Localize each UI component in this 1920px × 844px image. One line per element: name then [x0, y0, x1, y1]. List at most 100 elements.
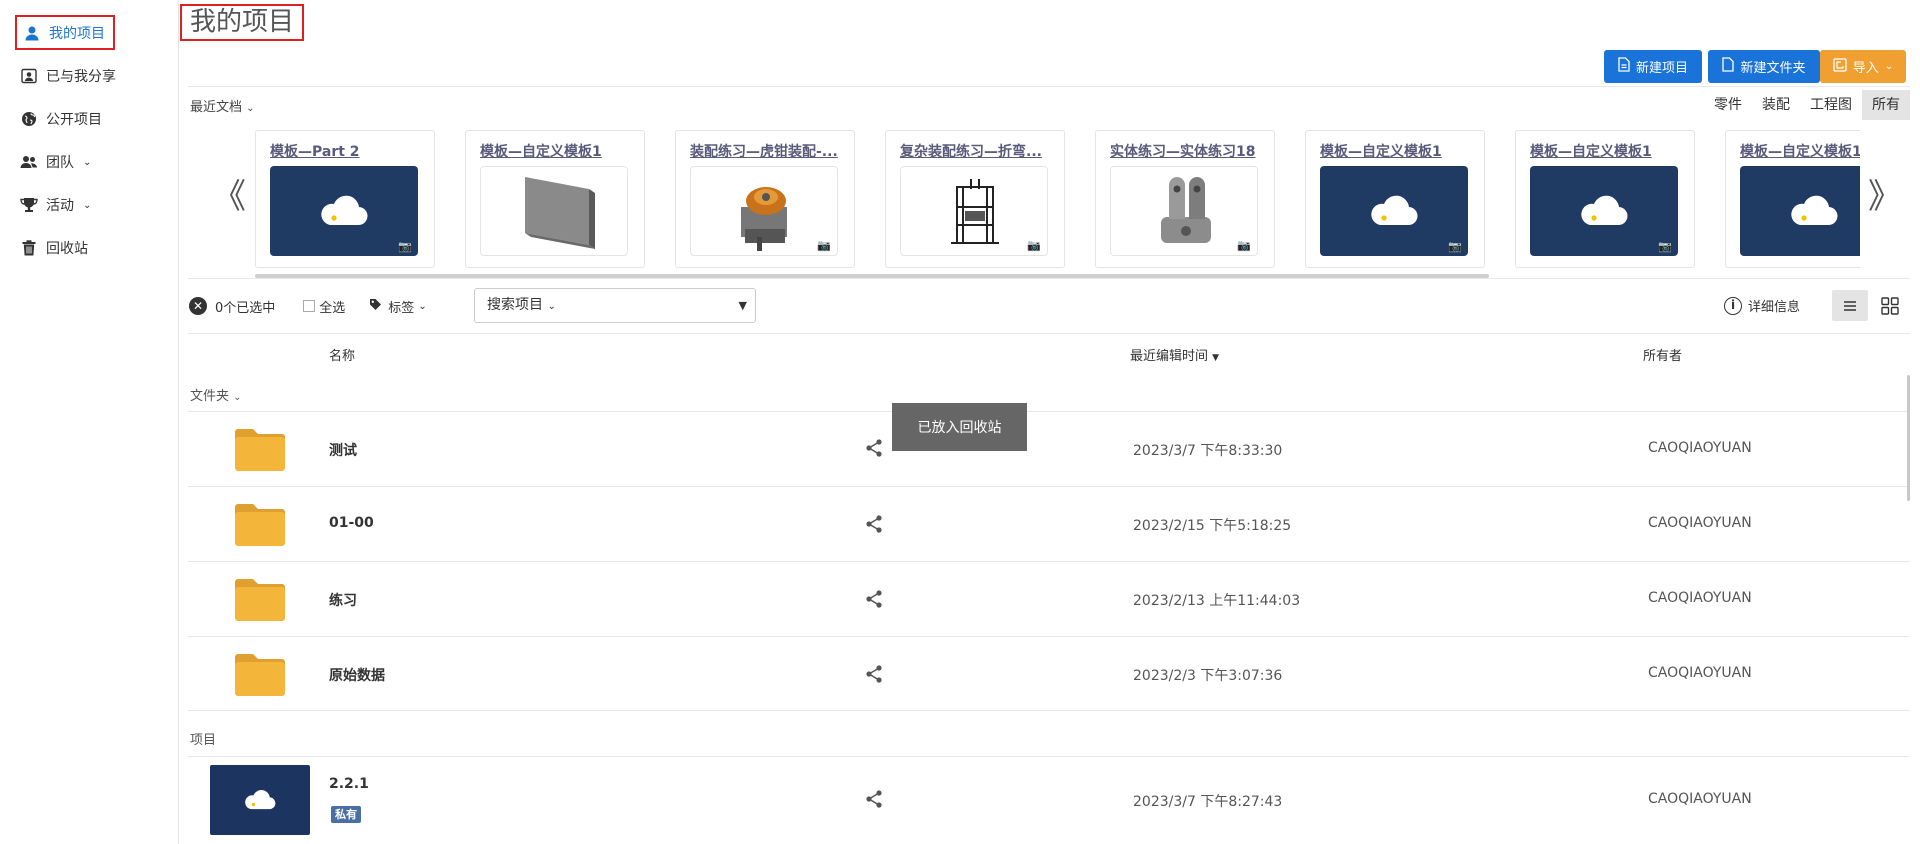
- camera-icon: 📷: [1237, 239, 1251, 252]
- sidebar-item-label: 已与我分享: [46, 69, 116, 85]
- recent-doc-card[interactable]: 模板—自定义模板1 📷: [1515, 130, 1695, 268]
- column-header-time[interactable]: 最近编辑时间 ▼: [1130, 345, 1219, 364]
- share-icon[interactable]: [864, 664, 884, 684]
- group-icon: [20, 153, 38, 171]
- projects-section-label: 项目: [190, 733, 217, 748]
- folders-section-toggle[interactable]: 文件夹 ⌄: [190, 385, 242, 404]
- filter-drawing[interactable]: 工程图: [1800, 90, 1862, 120]
- details-toggle[interactable]: i 详细信息: [1724, 296, 1800, 315]
- grid-icon: [1881, 296, 1899, 315]
- recent-doc-title[interactable]: 模板—自定义模板1: [1740, 141, 1860, 161]
- sidebar-item-label: 回收站: [46, 241, 88, 257]
- recent-docs-dropdown[interactable]: 最近文档 ⌄: [190, 96, 255, 115]
- search-projects-select[interactable]: 搜索项目 ⌄ ▼: [474, 288, 756, 323]
- folder-owner: CAOQIAOYUAN: [1648, 440, 1752, 456]
- divider: [188, 86, 1910, 87]
- tags-dropdown[interactable]: 标签: [388, 297, 414, 316]
- camera-icon: 📷: [398, 240, 412, 253]
- project-thumbnail[interactable]: [210, 765, 310, 835]
- filter-assembly[interactable]: 装配: [1752, 90, 1800, 120]
- import-button[interactable]: 导入 ⌄: [1820, 50, 1906, 83]
- recent-doc-card[interactable]: 模板—Part 2 📷: [255, 130, 435, 268]
- trophy-icon: [20, 196, 38, 214]
- folder-owner: CAOQIAOYUAN: [1648, 665, 1752, 681]
- sidebar-item-public-projects[interactable]: 公开项目: [20, 105, 102, 133]
- recent-doc-title[interactable]: 模板—自定义模板1: [1320, 141, 1480, 161]
- recent-doc-thumbnail: 📷: [1110, 166, 1258, 256]
- clear-selection-icon[interactable]: ✕: [189, 297, 207, 315]
- carousel-prev-arrow-icon[interactable]: 《: [212, 180, 246, 214]
- column-header-time-label: 最近编辑时间: [1130, 349, 1209, 364]
- folder-name[interactable]: 测试: [329, 440, 357, 460]
- sidebar-item-recycle-bin[interactable]: 回收站: [20, 234, 88, 262]
- recent-doc-card[interactable]: 模板—自定义模板1 📷: [1305, 130, 1485, 268]
- sidebar-item-shared-with-me[interactable]: 已与我分享: [20, 62, 116, 90]
- project-owner: CAOQIAOYUAN: [1648, 791, 1752, 807]
- share-icon[interactable]: [864, 589, 884, 609]
- folder-name[interactable]: 练习: [329, 590, 357, 610]
- cloud-icon: [321, 195, 368, 226]
- app-root: 我的项目 已与我分享 公开项目 团队 ⌄ 活动 ⌄ 回收站 我的项目 新建项目 …: [0, 0, 1920, 844]
- project-name[interactable]: 2.2.1: [329, 776, 369, 792]
- list-scrollbar[interactable]: [1907, 375, 1910, 501]
- carousel-next-arrow-icon[interactable]: 》: [1868, 180, 1902, 214]
- chevron-down-icon: ⌄: [418, 300, 427, 312]
- sidebar-item-label: 活动: [46, 198, 74, 214]
- new-project-button[interactable]: 新建项目: [1604, 50, 1702, 83]
- folder-icon: [235, 504, 285, 546]
- sidebar-item-activity[interactable]: 活动 ⌄: [20, 191, 91, 219]
- recent-doc-card[interactable]: 模板—自定义模板1: [1725, 130, 1860, 268]
- filter-all[interactable]: 所有: [1862, 90, 1910, 120]
- cloud-icon: [1581, 195, 1628, 226]
- recent-doc-title[interactable]: 装配练习—虎钳装配-...: [690, 141, 850, 161]
- recent-doc-card[interactable]: 复杂装配练习—折弯... 📷: [885, 130, 1065, 268]
- select-all-checkbox[interactable]: [303, 300, 316, 312]
- row-divider: [188, 756, 1910, 757]
- new-folder-label: 新建文件夹: [1740, 61, 1806, 76]
- import-icon: [1833, 57, 1847, 76]
- recent-docs-label: 最近文档: [190, 100, 243, 115]
- row-divider: [188, 486, 1910, 487]
- share-icon[interactable]: [864, 789, 884, 809]
- folder-edit-time: 2023/3/7 下午8:33:30: [1133, 443, 1283, 459]
- column-header-name[interactable]: 名称: [329, 345, 355, 364]
- sidebar-item-team[interactable]: 团队 ⌄: [20, 148, 91, 176]
- recent-doc-card[interactable]: 模板—自定义模板1: [465, 130, 645, 268]
- recent-doc-title[interactable]: 复杂装配练习—折弯...: [900, 141, 1060, 161]
- row-divider: [188, 636, 1910, 637]
- recent-doc-title[interactable]: 模板—Part 2: [270, 141, 430, 161]
- camera-icon: 📷: [1448, 240, 1462, 253]
- column-header-owner[interactable]: 所有者: [1643, 345, 1682, 364]
- grid-view-button[interactable]: [1872, 290, 1908, 321]
- private-badge: 私有: [331, 806, 361, 823]
- doc-type-filter: 零件 装配 工程图 所有: [1704, 90, 1910, 120]
- recent-doc-card[interactable]: 装配练习—虎钳装配-... 📷: [675, 130, 855, 268]
- globe-icon: [20, 110, 38, 128]
- user-icon: [23, 24, 41, 42]
- new-project-label: 新建项目: [1635, 61, 1688, 76]
- chevron-down-icon: ⌄: [547, 301, 556, 312]
- selected-count: 0个已选中: [215, 300, 276, 316]
- recent-doc-card[interactable]: 实体练习—实体练习18 📷: [1095, 130, 1275, 268]
- share-icon[interactable]: [864, 514, 884, 534]
- folder-edit-time: 2023/2/13 上午11:44:03: [1133, 593, 1301, 609]
- file-icon: [1722, 57, 1735, 76]
- folder-icon: [235, 429, 285, 471]
- selection-toolbar: ✕ 0个已选中 全选 标签 ⌄: [189, 288, 427, 324]
- sort-desc-icon: ▼: [1212, 353, 1220, 363]
- sidebar-item-my-projects[interactable]: 我的项目: [15, 15, 115, 50]
- filter-parts[interactable]: 零件: [1704, 90, 1752, 120]
- list-view-button[interactable]: [1832, 290, 1868, 321]
- chevron-down-icon: ⌄: [246, 103, 255, 114]
- recent-doc-title[interactable]: 实体练习—实体练习18: [1110, 141, 1270, 161]
- recent-doc-thumbnail: [1740, 166, 1860, 256]
- new-folder-button[interactable]: 新建文件夹: [1708, 50, 1820, 83]
- recent-doc-title[interactable]: 模板—自定义模板1: [480, 141, 640, 161]
- folder-icon: [235, 654, 285, 696]
- folder-name[interactable]: 01-00: [329, 515, 374, 531]
- share-icon[interactable]: [864, 438, 884, 458]
- cloud-icon: [1791, 195, 1838, 226]
- folder-name[interactable]: 原始数据: [329, 665, 385, 685]
- recent-doc-thumbnail: 📷: [1530, 166, 1678, 256]
- recent-doc-title[interactable]: 模板—自定义模板1: [1530, 141, 1690, 161]
